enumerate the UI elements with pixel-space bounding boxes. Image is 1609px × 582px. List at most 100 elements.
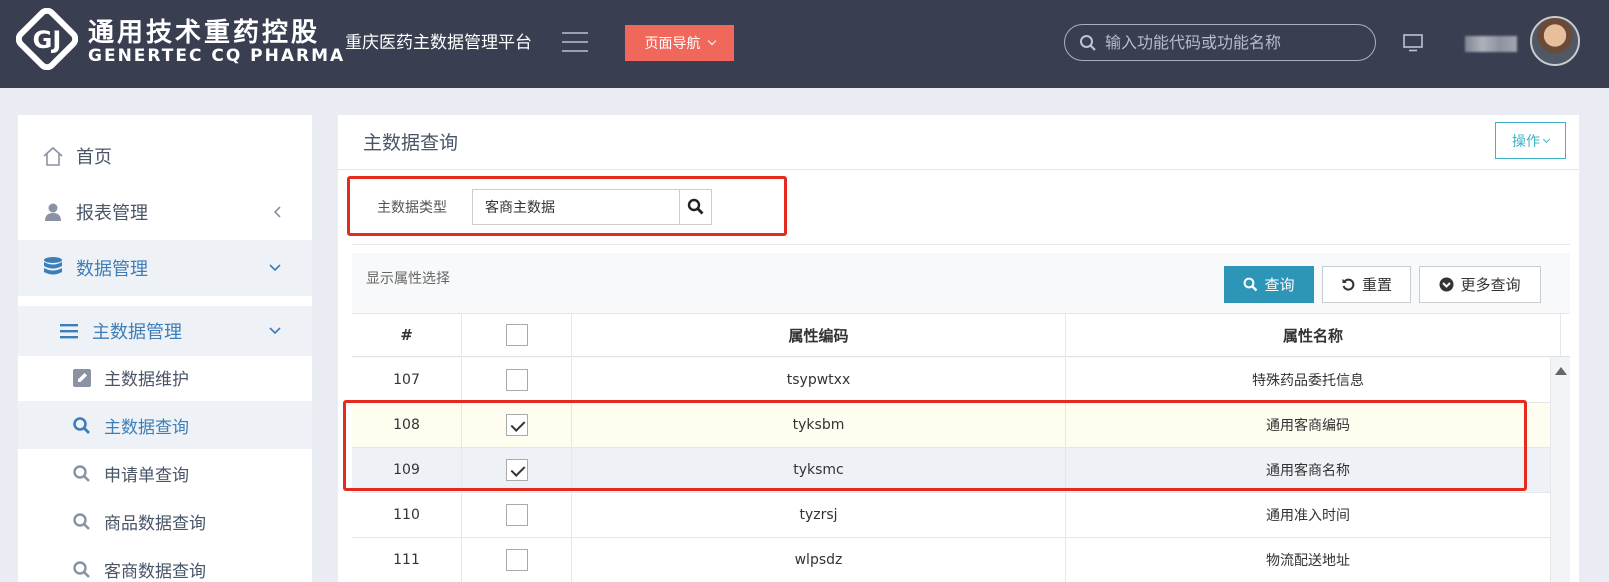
sidebar-item-label: 首页	[76, 147, 112, 168]
sidebar-item-label: 主数据管理	[92, 322, 182, 343]
function-search-box[interactable]	[1064, 24, 1376, 61]
user-icon	[45, 203, 61, 221]
table-header: # 属性编码 属性名称	[352, 313, 1570, 357]
sidebar-item-label: 商品数据查询	[104, 513, 206, 534]
type-lookup-button[interactable]	[679, 190, 711, 224]
row-checkbox[interactable]	[505, 369, 528, 391]
page-title: 主数据查询	[363, 132, 459, 154]
sidebar-item-data[interactable]: 数据管理	[18, 240, 312, 296]
select-all-checkbox[interactable]	[505, 324, 528, 346]
list-icon	[60, 324, 78, 339]
filter-divider	[352, 244, 1570, 245]
menu-toggle-icon[interactable]	[562, 32, 588, 52]
sidebar-item-label: 申请单查询	[104, 465, 189, 486]
undo-icon	[1342, 278, 1355, 291]
attribute-selection-panel: 显示属性选择 查询 重置 更多查询 # 属性编码 属性名称 107 tsypwt…	[352, 253, 1570, 582]
master-data-type-label: 主数据类型	[377, 200, 447, 216]
sidebar-item-label: 主数据查询	[104, 417, 189, 438]
top-header: GJ 通用技术重药控股 GENERTEC CQ PHARMA 重庆医药主数据管理…	[0, 0, 1609, 88]
sidebar-item-merchant-query[interactable]: 客商数据查询	[18, 545, 312, 582]
table-row[interactable]: 111 wlpsdz 物流配送地址	[352, 538, 1551, 582]
username-blurred[interactable]	[1465, 36, 1517, 52]
reset-button[interactable]: 重置	[1322, 266, 1411, 303]
search-icon	[73, 513, 90, 530]
search-icon	[1080, 34, 1096, 51]
sidebar-item-master-data[interactable]: 主数据管理	[18, 306, 312, 356]
row-code: wlpsdz	[572, 538, 1066, 582]
page-navigation-button[interactable]: 页面导航	[625, 25, 734, 61]
search-icon	[73, 465, 90, 482]
header-number: #	[352, 314, 462, 356]
row-checkbox[interactable]	[505, 549, 528, 571]
more-query-label: 更多查询	[1460, 276, 1521, 294]
row-number: 109	[352, 448, 462, 492]
row-code: tyksbm	[572, 403, 1066, 447]
row-select-cell	[462, 538, 572, 582]
sidebar-item-maintain[interactable]: 主数据维护	[18, 353, 312, 401]
monitor-icon[interactable]	[1403, 34, 1423, 52]
chevron-left-icon	[273, 206, 281, 218]
row-name: 特殊药品委托信息	[1066, 358, 1551, 402]
row-name: 通用客商编码	[1066, 403, 1551, 447]
function-search-input[interactable]	[1105, 33, 1355, 52]
master-data-type-field[interactable]	[472, 189, 712, 225]
chevron-down-icon	[1542, 135, 1551, 143]
row-code: tsypwtxx	[572, 358, 1066, 402]
sidebar-item-query[interactable]: 主数据查询	[18, 401, 312, 449]
row-name: 通用准入时间	[1066, 493, 1551, 537]
row-name: 通用客商名称	[1066, 448, 1551, 492]
operations-button[interactable]: 操作	[1495, 122, 1566, 159]
chevron-circle-down-icon	[1439, 277, 1454, 292]
table-scrollbar[interactable]	[1551, 357, 1570, 582]
table-row[interactable]: 108 tyksbm 通用客商编码	[352, 403, 1551, 448]
operations-label: 操作	[1512, 133, 1540, 150]
page-navigation-label: 页面导航	[644, 36, 701, 52]
reset-label: 重置	[1361, 276, 1392, 294]
row-number: 110	[352, 493, 462, 537]
row-checkbox[interactable]	[505, 504, 528, 526]
sidebar-item-application-query[interactable]: 申请单查询	[18, 449, 312, 497]
chevron-down-icon	[707, 36, 716, 46]
svg-text:GJ: GJ	[33, 26, 62, 54]
logo-english-text: GENERTEC CQ PHARMA	[88, 46, 346, 66]
chevron-down-icon	[269, 327, 281, 335]
sidebar-item-report[interactable]: 报表管理	[18, 187, 312, 237]
sidebar-item-label: 主数据维护	[104, 369, 189, 390]
row-checkbox[interactable]	[505, 459, 528, 481]
row-number: 108	[352, 403, 462, 447]
header-attribute-code: 属性编码	[572, 314, 1066, 356]
logo-chinese-text: 通用技术重药控股	[88, 18, 321, 48]
sidebar-item-product-query[interactable]: 商品数据查询	[18, 497, 312, 545]
query-label: 查询	[1264, 276, 1295, 294]
user-avatar[interactable]	[1530, 16, 1580, 66]
row-name: 物流配送地址	[1066, 538, 1551, 582]
master-data-type-input[interactable]	[473, 190, 679, 224]
more-query-button[interactable]: 更多查询	[1419, 266, 1541, 303]
edit-icon	[73, 369, 91, 387]
row-number: 111	[352, 538, 462, 582]
sidebar-item-home[interactable]: 首页	[18, 131, 312, 181]
table-row[interactable]: 110 tyzrsj 通用准入时间	[352, 493, 1551, 538]
row-select-cell	[462, 358, 572, 402]
search-icon	[73, 417, 90, 434]
scroll-up-arrow-icon[interactable]	[1555, 367, 1567, 375]
row-select-cell	[462, 403, 572, 447]
database-icon	[44, 257, 62, 275]
chevron-down-icon	[269, 264, 281, 272]
row-select-cell	[462, 448, 572, 492]
query-button[interactable]: 查询	[1224, 266, 1314, 303]
search-icon	[687, 198, 703, 215]
home-icon	[43, 146, 63, 166]
sidebar-item-label: 报表管理	[76, 203, 148, 224]
sidebar: 首页 报表管理 数据管理 主数据管理 主数据维护 主数据查询 申请单查询 商品数…	[18, 115, 312, 582]
company-logo-icon: GJ	[16, 8, 78, 70]
table-row[interactable]: 107 tsypwtxx 特殊药品委托信息	[352, 358, 1551, 403]
sidebar-item-label: 客商数据查询	[104, 561, 206, 582]
row-code: tyzrsj	[572, 493, 1066, 537]
sidebar-item-label: 数据管理	[76, 259, 148, 280]
row-select-cell	[462, 493, 572, 537]
search-icon	[73, 561, 90, 578]
row-checkbox[interactable]	[505, 414, 528, 436]
table-row[interactable]: 109 tyksmc 通用客商名称	[352, 448, 1551, 493]
row-code: tyksmc	[572, 448, 1066, 492]
